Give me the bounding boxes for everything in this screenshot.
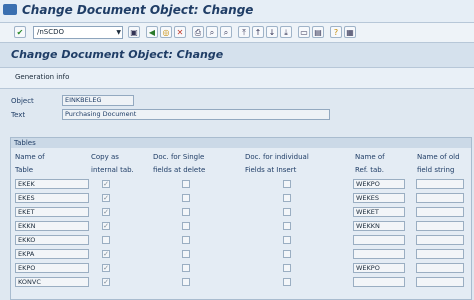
command-field[interactable]: /nSCDO ▼ bbox=[33, 26, 123, 39]
column-header-line: fields at delete bbox=[153, 166, 206, 174]
copy-as-internal-checkbox[interactable] bbox=[102, 236, 110, 244]
back-icon[interactable]: ◀ bbox=[146, 26, 158, 38]
window-title: Change Document Object: Change bbox=[22, 3, 254, 17]
old-field-string-field[interactable] bbox=[416, 263, 464, 273]
column-header-name-old: Name of old field string bbox=[417, 151, 460, 177]
sap-logo-icon bbox=[3, 4, 17, 15]
doc-single-fields-checkbox[interactable] bbox=[182, 278, 190, 286]
doc-individual-fields-checkbox[interactable] bbox=[283, 194, 291, 202]
old-field-string-field[interactable] bbox=[416, 277, 464, 287]
find-next-icon[interactable]: ⌕ bbox=[220, 26, 232, 38]
doc-single-fields-checkbox[interactable] bbox=[182, 236, 190, 244]
save-icon[interactable]: ▣ bbox=[128, 26, 140, 38]
command-field-value: /nSCDO bbox=[37, 28, 65, 36]
generation-info-button[interactable]: Generation info bbox=[15, 73, 69, 81]
create-session-icon[interactable]: ▭ bbox=[298, 26, 310, 38]
copy-as-internal-checkbox[interactable]: ✓ bbox=[102, 222, 110, 230]
column-header-line: Name of old bbox=[417, 153, 460, 161]
shortcut-icon[interactable]: ▤ bbox=[312, 26, 324, 38]
doc-single-fields-checkbox[interactable] bbox=[182, 222, 190, 230]
table-name-field[interactable]: EKKO bbox=[15, 235, 89, 245]
tables-group: Tables Name of Table Copy as internal ta… bbox=[10, 137, 472, 300]
doc-individual-fields-checkbox[interactable] bbox=[283, 236, 291, 244]
doc-individual-fields-checkbox[interactable] bbox=[283, 180, 291, 188]
ref-table-field[interactable]: WEKET bbox=[353, 207, 405, 217]
column-header-line: Name of bbox=[15, 153, 45, 161]
old-field-string-field[interactable] bbox=[416, 221, 464, 231]
old-field-string-field[interactable] bbox=[416, 235, 464, 245]
doc-individual-fields-checkbox[interactable] bbox=[283, 250, 291, 258]
copy-as-internal-checkbox[interactable]: ✓ bbox=[102, 180, 110, 188]
copy-as-internal-checkbox[interactable]: ✓ bbox=[102, 194, 110, 202]
object-label: Object bbox=[11, 97, 34, 105]
ref-table-field[interactable] bbox=[353, 249, 405, 259]
previous-page-icon[interactable]: ↑ bbox=[252, 26, 264, 38]
text-label: Text bbox=[11, 111, 26, 119]
column-header-line: Doc. for individual bbox=[245, 153, 309, 161]
column-header-copy-as: Copy as internal tab. bbox=[91, 151, 134, 177]
copy-as-internal-checkbox[interactable]: ✓ bbox=[102, 250, 110, 258]
table-name-field[interactable]: EKES bbox=[15, 193, 89, 203]
window-title-bar: Change Document Object: Change bbox=[0, 0, 474, 23]
table-name-field[interactable]: EKPO bbox=[15, 263, 89, 273]
find-icon[interactable]: ⌕ bbox=[206, 26, 218, 38]
column-header-line: Ref. tab. bbox=[355, 166, 384, 174]
column-header-name-ref: Name of Ref. tab. bbox=[355, 151, 385, 177]
column-header-line: Table bbox=[15, 166, 34, 174]
ref-table-field[interactable] bbox=[353, 235, 405, 245]
enter-icon[interactable]: ✔ bbox=[14, 26, 26, 38]
column-header-line: field string bbox=[417, 166, 455, 174]
first-page-icon[interactable]: ⤒ bbox=[238, 26, 250, 38]
table-name-field[interactable]: EKPA bbox=[15, 249, 89, 259]
table-name-field[interactable]: EKEK bbox=[15, 179, 89, 189]
standard-toolbar: ✔ /nSCDO ▼ ▣ ◀ ◎ ✕ ⎙ ⌕ ⌕ ⤒ ↑ ↓ ⤓ ▭ ▤ ? ▦ bbox=[0, 23, 474, 43]
old-field-string-field[interactable] bbox=[416, 193, 464, 203]
command-dropdown-icon[interactable]: ▼ bbox=[116, 27, 121, 38]
tables-group-title: Tables bbox=[11, 138, 471, 148]
copy-as-internal-checkbox[interactable]: ✓ bbox=[102, 208, 110, 216]
ref-table-field[interactable]: WEKKN bbox=[353, 221, 405, 231]
table-name-field[interactable]: EKKN bbox=[15, 221, 89, 231]
doc-individual-fields-checkbox[interactable] bbox=[283, 264, 291, 272]
doc-individual-fields-checkbox[interactable] bbox=[283, 222, 291, 230]
print-icon[interactable]: ⎙ bbox=[192, 26, 204, 38]
column-header-line: internal tab. bbox=[91, 166, 134, 174]
column-header-line: Fields at Insert bbox=[245, 166, 297, 174]
screen-title-bar: Change Document Object: Change bbox=[0, 43, 474, 68]
doc-single-fields-checkbox[interactable] bbox=[182, 208, 190, 216]
old-field-string-field[interactable] bbox=[416, 179, 464, 189]
ref-table-field[interactable]: WEKES bbox=[353, 193, 405, 203]
copy-as-internal-checkbox[interactable]: ✓ bbox=[102, 264, 110, 272]
doc-single-fields-checkbox[interactable] bbox=[182, 194, 190, 202]
column-header-line: Name of bbox=[355, 153, 385, 161]
column-header-doc-single: Doc. for Single fields at delete bbox=[153, 151, 205, 177]
column-header-doc-individual: Doc. for individual Fields at Insert bbox=[245, 151, 309, 177]
cancel-icon[interactable]: ✕ bbox=[174, 26, 186, 38]
column-header-name-of-table: Name of Table bbox=[15, 151, 45, 177]
exit-icon[interactable]: ◎ bbox=[160, 26, 172, 38]
doc-single-fields-checkbox[interactable] bbox=[182, 264, 190, 272]
doc-individual-fields-checkbox[interactable] bbox=[283, 278, 291, 286]
column-header-line: Doc. for Single bbox=[153, 153, 205, 161]
ref-table-field[interactable] bbox=[353, 277, 405, 287]
doc-single-fields-checkbox[interactable] bbox=[182, 180, 190, 188]
ref-table-field[interactable]: WEKPO bbox=[353, 263, 405, 273]
help-icon[interactable]: ? bbox=[330, 26, 342, 38]
layout-menu-icon[interactable]: ▦ bbox=[344, 26, 356, 38]
last-page-icon[interactable]: ⤓ bbox=[280, 26, 292, 38]
table-name-field[interactable]: EKET bbox=[15, 207, 89, 217]
old-field-string-field[interactable] bbox=[416, 207, 464, 217]
application-toolbar: Generation info bbox=[0, 68, 474, 89]
next-page-icon[interactable]: ↓ bbox=[266, 26, 278, 38]
ref-table-field[interactable]: WEKPO bbox=[353, 179, 405, 189]
doc-individual-fields-checkbox[interactable] bbox=[283, 208, 291, 216]
object-field[interactable]: EINKBELEG bbox=[62, 95, 134, 106]
doc-single-fields-checkbox[interactable] bbox=[182, 250, 190, 258]
copy-as-internal-checkbox[interactable]: ✓ bbox=[102, 278, 110, 286]
screen-title: Change Document Object: Change bbox=[11, 48, 224, 61]
old-field-string-field[interactable] bbox=[416, 249, 464, 259]
column-header-line: Copy as bbox=[91, 153, 119, 161]
text-field[interactable]: Purchasing Document bbox=[62, 109, 330, 120]
table-name-field[interactable]: KONVC bbox=[15, 277, 89, 287]
